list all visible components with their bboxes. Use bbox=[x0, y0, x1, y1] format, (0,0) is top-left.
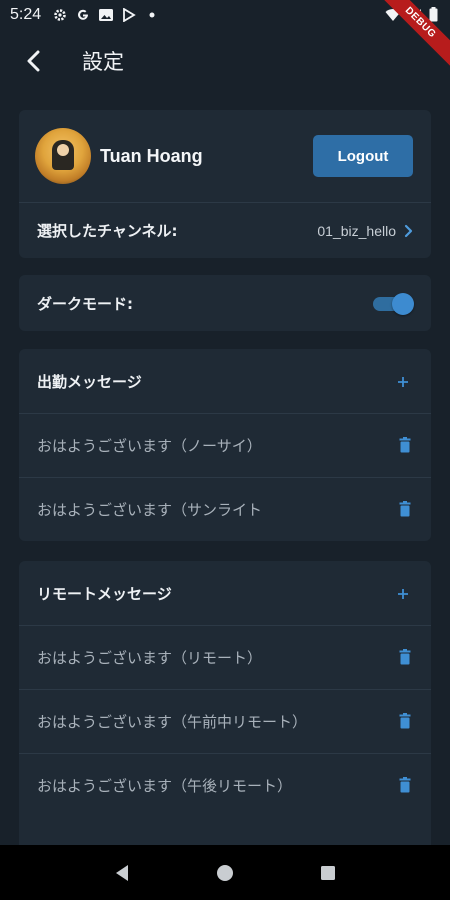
delete-message-button[interactable] bbox=[399, 500, 413, 519]
google-icon bbox=[74, 7, 92, 23]
profile-card: Tuan Hoang Logout 選択したチャンネル: 01_biz_hell… bbox=[19, 110, 431, 258]
photos-icon bbox=[97, 7, 115, 23]
status-time: 5:24 bbox=[10, 6, 42, 23]
play-store-icon bbox=[120, 7, 138, 23]
delete-message-button[interactable] bbox=[399, 648, 413, 667]
dark-mode-toggle[interactable] bbox=[373, 292, 414, 315]
trash-icon bbox=[399, 648, 411, 664]
triangle-back-icon bbox=[115, 864, 128, 881]
channel-value: 01_biz_hello bbox=[317, 222, 396, 239]
back-button[interactable] bbox=[14, 41, 54, 81]
list-item[interactable]: おはようございます（午後リモート） bbox=[19, 753, 431, 817]
list-item[interactable]: おはようございます（サンライト bbox=[19, 477, 431, 541]
app-bar: 設定 bbox=[0, 30, 450, 92]
remote-header-row: リモートメッセージ bbox=[19, 561, 431, 625]
dark-mode-card: ダークモード: bbox=[19, 275, 431, 331]
plus-icon bbox=[398, 377, 408, 387]
remote-header: リモートメッセージ bbox=[37, 584, 172, 603]
nav-recents-button[interactable] bbox=[308, 853, 348, 893]
channel-row[interactable]: 選択したチャンネル: 01_biz_hello bbox=[19, 202, 431, 258]
attendance-message-card: 出勤メッセージ おはようございます（ノーサイ） おはようございます（サンライト bbox=[19, 349, 431, 541]
chevron-right-icon bbox=[404, 224, 413, 238]
message-text: おはようございます（リモート） bbox=[37, 649, 263, 667]
message-text: おはようございます（ノーサイ） bbox=[37, 437, 262, 455]
channel-label: 選択したチャンネル: bbox=[37, 222, 178, 240]
page-title: 設定 bbox=[82, 50, 124, 74]
message-text: おはようございます（サンライト bbox=[37, 501, 263, 519]
remote-message-card: リモートメッセージ おはようございます（リモート） おはようございます（午前中リ… bbox=[19, 561, 431, 861]
list-item[interactable]: おはようございます（リモート） bbox=[19, 625, 431, 689]
list-item[interactable]: おはようございます（午前中リモート） bbox=[19, 689, 431, 753]
profile-row: Tuan Hoang Logout bbox=[19, 110, 431, 202]
attendance-header: 出勤メッセージ bbox=[37, 372, 142, 391]
delete-message-button[interactable] bbox=[399, 436, 413, 455]
trash-icon bbox=[399, 776, 411, 792]
add-attendance-message-button[interactable] bbox=[393, 369, 413, 393]
notification-dot-icon bbox=[143, 7, 161, 23]
user-name: Tuan Hoang bbox=[100, 145, 203, 166]
avatar bbox=[35, 128, 91, 184]
circle-home-icon bbox=[216, 864, 233, 881]
system-nav-bar bbox=[0, 845, 450, 900]
trash-icon bbox=[399, 712, 411, 728]
plus-icon bbox=[398, 589, 408, 599]
logout-button[interactable]: Logout bbox=[313, 135, 413, 177]
message-text: おはようございます（午後リモート） bbox=[37, 777, 293, 795]
trash-icon bbox=[399, 436, 411, 452]
status-bar: 5:24 DEBUG bbox=[0, 0, 450, 72]
dark-mode-row: ダークモード: bbox=[19, 275, 431, 331]
message-text: おはようございます（午前中リモート） bbox=[37, 713, 308, 731]
trash-icon bbox=[399, 500, 411, 516]
nav-home-button[interactable] bbox=[205, 853, 245, 893]
nav-back-button[interactable] bbox=[102, 853, 142, 893]
delete-message-button[interactable] bbox=[399, 776, 413, 795]
back-arrow-icon bbox=[27, 50, 40, 72]
add-remote-message-button[interactable] bbox=[393, 581, 413, 605]
attendance-header-row: 出勤メッセージ bbox=[19, 349, 431, 413]
gear-icon bbox=[51, 7, 69, 23]
square-recents-icon bbox=[321, 865, 336, 880]
delete-message-button[interactable] bbox=[399, 712, 413, 731]
list-item[interactable]: おはようございます（ノーサイ） bbox=[19, 413, 431, 477]
dark-mode-label: ダークモード: bbox=[37, 294, 133, 313]
